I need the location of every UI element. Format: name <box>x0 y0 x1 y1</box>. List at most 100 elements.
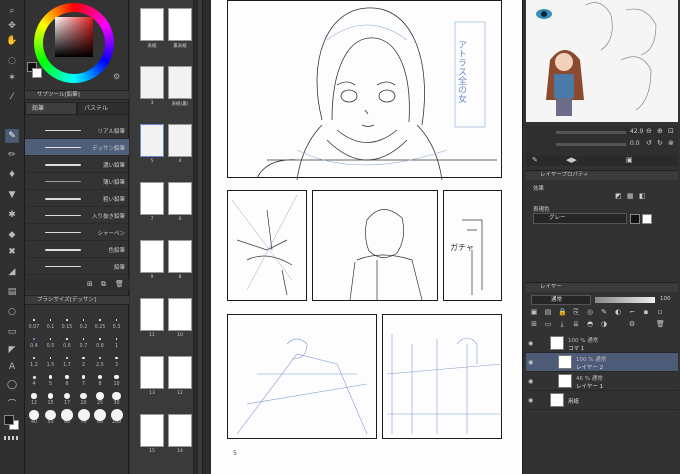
balloon-icon[interactable]: ◯ <box>5 378 19 392</box>
ellipse-icon[interactable]: ○ <box>5 305 19 319</box>
brush-item[interactable]: 薄い鉛筆 <box>25 173 129 190</box>
correct-line-icon[interactable]: ⌒ <box>5 396 19 410</box>
brush-item[interactable]: 濃い鉛筆 <box>25 156 129 173</box>
layer-row[interactable]: ◉ 100 % 通常 レイヤー 2 <box>526 353 678 372</box>
lasso-icon[interactable]: ◌ <box>5 54 19 68</box>
page-thumbnail[interactable] <box>140 356 164 389</box>
ref-layer-icon[interactable]: ◎ <box>586 308 594 316</box>
opacity-slider[interactable] <box>595 297 655 303</box>
sub-color-chip[interactable] <box>32 68 42 78</box>
saturation-value-square[interactable] <box>55 17 93 57</box>
eye-icon[interactable]: ◉ <box>528 359 533 366</box>
brush-size-option[interactable]: 8 <box>93 382 107 387</box>
rotate-right-icon[interactable]: ↻ <box>657 139 663 147</box>
merge-icon[interactable]: ⇊ <box>572 320 580 328</box>
page-scrollbar[interactable] <box>193 0 198 474</box>
brush-size-option[interactable]: 1.7 <box>60 363 74 368</box>
brush-size-option[interactable]: 0.8 <box>93 344 107 349</box>
page-thumbnail[interactable] <box>168 356 192 389</box>
brush-size-option[interactable]: 0.4 <box>27 344 41 349</box>
palette-color-icon[interactable]: ▫ <box>656 308 664 316</box>
magnifier-icon[interactable]: ⌕ <box>5 4 19 18</box>
decoration-icon[interactable]: ✱ <box>5 208 19 222</box>
ruler-icon[interactable]: ◤ <box>5 343 19 357</box>
page-thumbnail[interactable] <box>168 66 192 99</box>
tab-pencil[interactable]: 鉛筆 <box>25 102 77 115</box>
manga-page[interactable]: アトラス全の女 ガチャ 5 <box>211 0 522 474</box>
pen-icon[interactable]: ✎ <box>5 129 19 143</box>
brush-size-option[interactable]: 12 <box>27 401 41 406</box>
brush-size-option[interactable]: 17 <box>60 401 74 406</box>
brush-size-option[interactable]: 3 <box>110 363 124 368</box>
color-settings-icon[interactable]: ⚙ <box>113 72 120 81</box>
zoom-in-icon[interactable]: ⊕ <box>657 127 663 135</box>
brush-item[interactable]: 色鉛筆 <box>25 241 129 258</box>
layer-row[interactable]: ◉ 用紙 <box>526 391 678 410</box>
reset-rotate-icon[interactable]: ⊗ <box>668 139 674 147</box>
gradient-icon[interactable]: ▤ <box>5 285 19 299</box>
brush-item[interactable]: シャーペン <box>25 224 129 241</box>
page-thumbnail[interactable] <box>140 298 164 331</box>
brush-size-option[interactable]: 0.5 <box>44 344 58 349</box>
page-thumbnail[interactable] <box>168 182 192 215</box>
brush-size-option[interactable]: 2.5 <box>93 363 107 368</box>
brush-size-option[interactable]: 0.07 <box>27 325 41 330</box>
brush-item[interactable]: 粗い鉛筆 <box>25 190 129 207</box>
brush-item[interactable]: 鉛筆 <box>25 258 129 275</box>
brush-size-option[interactable]: 5 <box>44 382 58 387</box>
layer-color-white[interactable] <box>642 214 652 224</box>
brush-size-option[interactable]: 10 <box>110 382 124 387</box>
apply-mask-icon[interactable]: ◑ <box>600 320 608 328</box>
page-thumbnail[interactable] <box>168 8 192 41</box>
pencil-icon[interactable]: ✏ <box>5 148 19 162</box>
delete-layer-icon[interactable]: 🗑 <box>656 320 665 328</box>
page-thumbnail[interactable] <box>140 182 164 215</box>
trash-icon[interactable]: 🗑 <box>115 280 124 288</box>
copy-subtool-icon[interactable]: ⧉ <box>101 280 106 289</box>
new-layer-icon[interactable]: ⊞ <box>530 320 538 328</box>
page-thumbnail[interactable] <box>140 8 164 41</box>
hand-icon[interactable]: ✋ <box>5 34 19 48</box>
zoom-slider[interactable] <box>556 131 626 134</box>
mask-add-icon[interactable]: ◓ <box>586 320 594 328</box>
pen-small-icon[interactable]: ✎ <box>532 156 538 164</box>
brush-size-option[interactable]: 0.1 <box>44 325 58 330</box>
brush-size-option[interactable]: 0.6 <box>60 344 74 349</box>
eye-icon[interactable]: ◉ <box>528 378 533 385</box>
main-color-swatch-front[interactable] <box>4 415 14 425</box>
page-thumbnail[interactable] <box>140 124 164 157</box>
text-icon[interactable]: A <box>5 360 19 374</box>
layer-row[interactable]: ◉ 100 % 通常 コマ 1 <box>526 334 678 353</box>
page-thumbnail[interactable] <box>140 240 164 273</box>
layer-row[interactable]: ◉ 46 % 通常 レイヤー 1 <box>526 372 678 391</box>
page-thumbnail[interactable] <box>168 240 192 273</box>
brush-size-option[interactable]: 0.2 <box>77 325 91 330</box>
zoom-out-icon[interactable]: ⊖ <box>646 127 652 135</box>
fit-icon[interactable]: ⊡ <box>668 127 674 135</box>
lock-icon[interactable]: 🔒 <box>558 308 567 316</box>
page-thumbnail[interactable] <box>168 298 192 331</box>
navigator-preview[interactable] <box>526 0 678 122</box>
brush-size-option[interactable]: 20 <box>77 401 91 406</box>
blend-icon[interactable]: ✖ <box>5 245 19 259</box>
brush-size-option[interactable]: 30 <box>110 401 124 406</box>
page-thumbnail[interactable] <box>140 414 164 447</box>
border-effect-icon[interactable]: ◩ <box>615 192 622 200</box>
brush-size-option[interactable]: 25 <box>93 401 107 406</box>
brush-size-option[interactable]: 0.7 <box>77 344 91 349</box>
rotate-left-icon[interactable]: ↺ <box>646 139 652 147</box>
brush-size-option[interactable]: 7 <box>77 382 91 387</box>
add-subtool-icon[interactable]: ⊞ <box>87 280 93 288</box>
eraser-icon[interactable]: ◆ <box>5 228 19 242</box>
draft-layer-icon[interactable]: ✎ <box>600 308 608 316</box>
new-folder-icon[interactable]: ▭ <box>544 320 552 328</box>
page-thumbnail[interactable] <box>168 414 192 447</box>
layer-color-black[interactable] <box>630 214 640 224</box>
brush-size-option[interactable]: 15 <box>44 401 58 406</box>
rotate-slider[interactable] <box>556 143 626 146</box>
canvas-area[interactable]: アトラス全の女 ガチャ 5 <box>204 0 522 474</box>
bucket-icon[interactable]: ◢ <box>5 265 19 279</box>
blend-mode-select[interactable]: 通常 <box>531 295 591 305</box>
brush-size-option[interactable]: 0.15 <box>60 325 74 330</box>
eye-icon[interactable]: ◉ <box>528 397 533 404</box>
